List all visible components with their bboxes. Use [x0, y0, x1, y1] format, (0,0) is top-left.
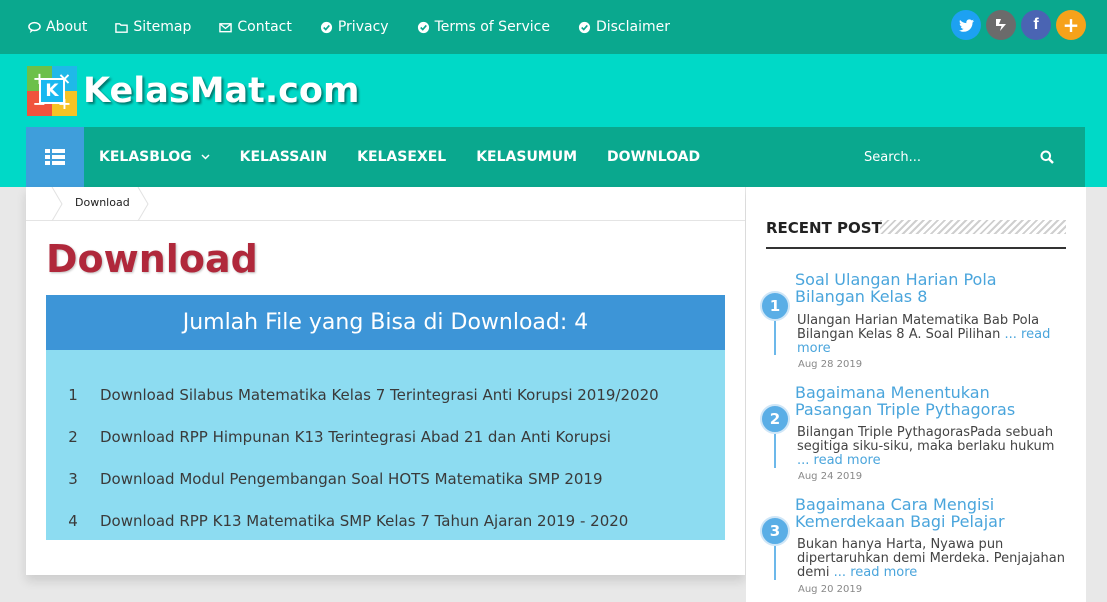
menu-list-icon	[45, 149, 65, 165]
menu-item-kelasumum[interactable]: KELASUMUM	[476, 149, 577, 165]
envelope-icon	[219, 22, 233, 32]
post-excerpt: Bilangan Triple PythagorasPada sebuah se…	[797, 426, 1067, 468]
download-number: 2	[68, 428, 78, 446]
menu-item-kelasblog[interactable]: KELASBLOG	[99, 149, 210, 165]
download-number: 1	[68, 386, 78, 404]
download-link-4[interactable]: Download RPP K13 Matematika SMP Kelas 7 …	[100, 512, 628, 530]
post-date: Aug 28 2019	[798, 359, 863, 370]
download-link-2[interactable]: Download RPP Himpunan K13 Terintegrasi A…	[100, 428, 611, 446]
post-excerpt-text: Bilangan Triple PythagorasPada sebuah se…	[797, 425, 1055, 454]
download-number: 4	[68, 512, 78, 530]
post-date: Aug 24 2019	[798, 471, 863, 482]
list-item: 4 Download RPP K13 Matematika SMP Kelas …	[46, 512, 725, 554]
topnav-contact[interactable]: Contact	[219, 19, 292, 35]
social-links: f +	[951, 10, 1086, 40]
download-list: 1 Download Silabus Matematika Kelas 7 Te…	[46, 350, 725, 554]
recent-post-title: RECENT POST	[766, 219, 882, 237]
check-circle-icon	[417, 21, 429, 33]
post-number-badge: 3	[760, 516, 790, 546]
topnav-privacy-label: Privacy	[337, 19, 389, 35]
menu-item-kelasexel[interactable]: KELASEXEL	[357, 149, 446, 165]
post-date: Aug 20 2019	[798, 584, 863, 595]
twitter-icon[interactable]	[951, 10, 981, 40]
chevron-down-icon	[201, 154, 210, 160]
top-nav: About Sitemap Contact Privacy Terms of S…	[28, 0, 670, 54]
page-title: Download	[46, 237, 258, 281]
content-panel: Download Download Jumlah File yang Bisa …	[26, 187, 745, 575]
topnav-privacy[interactable]: Privacy	[320, 19, 389, 35]
post-number-badge: 2	[760, 404, 790, 434]
facebook-glyph: f	[1033, 16, 1039, 33]
post-title-link[interactable]: Bagaimana Menentukan Pasangan Triple Pyt…	[795, 384, 1070, 418]
topnav-sitemap[interactable]: Sitemap	[115, 19, 191, 35]
post-number-badge: 1	[760, 291, 790, 321]
plus-icon[interactable]: +	[1056, 10, 1086, 40]
download-box-heading: Jumlah File yang Bisa di Download: 4	[46, 295, 725, 350]
search-box	[864, 145, 1054, 169]
topnav-sitemap-label: Sitemap	[133, 19, 192, 35]
list-item: 2 Download RPP Himpunan K13 Terintegrasi…	[46, 428, 725, 470]
title-stripes	[880, 220, 1066, 234]
facebook-icon[interactable]: f	[1021, 10, 1051, 40]
site-logo[interactable]: + × − + K KelasMat.com	[27, 66, 359, 116]
topnav-disclaimer-label: Disclaimer	[595, 19, 670, 35]
topnav-about-label: About	[46, 19, 88, 35]
logo-k: K	[39, 78, 65, 104]
topnav-contact-label: Contact	[237, 19, 292, 35]
check-circle-icon	[578, 21, 591, 33]
topnav-disclaimer[interactable]: Disclaimer	[578, 19, 670, 35]
list-item: 3 Download Modul Pengembangan Soal HOTS …	[46, 470, 725, 512]
menu-item-kelassain[interactable]: KELASSAIN	[240, 149, 327, 165]
download-box: Jumlah File yang Bisa di Download: 4 1 D…	[46, 295, 725, 540]
sidebar: RECENT POST 1 Soal Ulangan Harian Pola B…	[746, 187, 1086, 602]
plus-glyph: +	[1062, 13, 1080, 37]
folder-icon	[115, 22, 129, 33]
search-input[interactable]	[864, 149, 1014, 165]
download-link-3[interactable]: Download Modul Pengembangan Soal HOTS Ma…	[100, 470, 603, 488]
search-icon[interactable]	[1040, 150, 1054, 164]
post-excerpt: Ulangan Harian Matematika Bab Pola Bilan…	[797, 314, 1067, 356]
download-link-1[interactable]: Download Silabus Matematika Kelas 7 Teri…	[100, 386, 659, 404]
download-number: 3	[68, 470, 78, 488]
menu-toggle-button[interactable]	[26, 127, 84, 187]
read-more-link[interactable]: ... read more	[834, 565, 918, 580]
top-bar: About Sitemap Contact Privacy Terms of S…	[0, 0, 1107, 54]
menu-items: KELASBLOG KELASSAIN KELASEXEL KELASUMUM …	[99, 127, 700, 187]
post-title-link[interactable]: Bagaimana Cara Mengisi Kemerdekaan Bagi …	[795, 496, 1070, 530]
logo-mark: + × − + K	[27, 66, 77, 116]
timeline-line	[774, 321, 776, 355]
topnav-terms[interactable]: Terms of Service	[417, 19, 550, 35]
delicious-icon[interactable]	[986, 10, 1016, 40]
timeline-line	[774, 546, 776, 580]
menu-item-kelasblog-label: KELASBLOG	[99, 149, 192, 165]
topnav-about[interactable]: About	[28, 19, 87, 35]
menu-item-download[interactable]: DOWNLOAD	[607, 149, 700, 165]
list-item: 1 Download Silabus Matematika Kelas 7 Te…	[46, 386, 725, 428]
main-menu: KELASBLOG KELASSAIN KELASEXEL KELASUMUM …	[26, 127, 1085, 187]
title-rule	[766, 247, 1066, 249]
read-more-link[interactable]: ... read more	[797, 453, 881, 468]
timeline-line	[774, 434, 776, 468]
post-title-link[interactable]: Soal Ulangan Harian Pola Bilangan Kelas …	[795, 271, 1070, 305]
post-excerpt: Bukan hanya Harta, Nyawa pun dipertaruhk…	[797, 538, 1067, 580]
breadcrumb: Download	[26, 187, 745, 221]
comments-icon	[28, 21, 41, 33]
breadcrumb-current[interactable]: Download	[75, 196, 130, 209]
topnav-terms-label: Terms of Service	[434, 19, 550, 35]
logo-text: KelasMat.com	[83, 71, 360, 111]
check-circle-icon	[320, 21, 332, 33]
post-excerpt-text: Ulangan Harian Matematika Bab Pola Bilan…	[797, 313, 1040, 342]
